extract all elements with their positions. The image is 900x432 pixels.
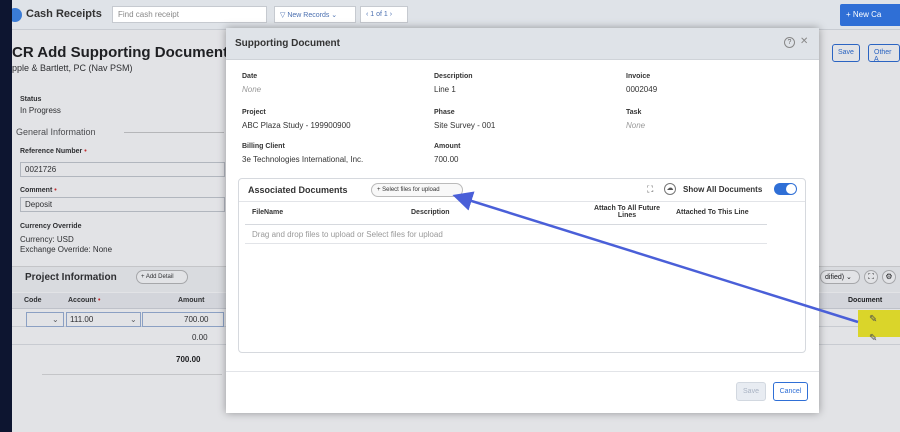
save-button[interactable]: Save [736,382,766,401]
project-value: ABC Plaza Study - 199900900 [242,121,351,130]
invoice-label: Invoice [626,73,651,80]
modal-title: Supporting Document [235,38,340,49]
project-label: Project [242,109,266,116]
show-all-toggle[interactable] [774,183,797,195]
associated-documents-panel: Associated Documents + Select files for … [238,178,806,353]
col-description: Description [411,209,450,216]
col-attach-future: Attach To All Future Lines [593,205,661,219]
modal-footer-divider [226,371,819,372]
records-filter[interactable]: ▽ New Records ⌄ [274,6,356,23]
panel-divider [239,201,805,202]
toggle-knob [786,184,796,194]
modal-header: Supporting Document ? ✕ [226,28,819,60]
app-window: Cash Receipts Find cash receipt ▽ New Re… [12,0,900,432]
app-title: Cash Receipts [26,8,102,20]
pager-label: 1 of 1 [370,11,388,18]
description-value: Line 1 [434,85,456,94]
task-label: Task [626,109,642,116]
cloud-upload-icon[interactable]: ☁ [664,183,676,195]
supporting-document-modal: Supporting Document ? ✕ Date None Descri… [226,28,819,413]
phase-value: Site Survey - 001 [434,121,496,130]
phase-label: Phase [434,109,455,116]
select-files-button[interactable]: + Select files for upload [371,183,463,197]
close-icon[interactable]: ✕ [800,36,808,47]
task-value: None [626,121,646,130]
pager[interactable]: ‹ 1 of 1 › [360,6,408,23]
app-logo-icon [12,8,22,22]
associated-documents-title: Associated Documents [248,185,348,195]
date-label: Date [242,73,258,80]
new-button[interactable]: + New Ca [840,4,900,26]
top-bar: Cash Receipts Find cash receipt ▽ New Re… [12,0,900,30]
expand-icon[interactable]: ⛶ [647,184,653,195]
amount-label: Amount [434,143,461,150]
show-all-documents-label: Show All Documents [683,185,763,194]
help-icon[interactable]: ? [784,37,795,48]
date-value: None [242,85,262,94]
col-attached-line: Attached To This Line [676,209,749,216]
invoice-value: 0002049 [626,85,658,94]
description-label: Description [434,73,473,80]
billing-client-label: Billing Client [242,143,285,150]
billing-client-value: 3e Technologies International, Inc. [242,155,364,164]
filter-label: New Records [287,12,330,19]
table-header-divider [245,224,767,225]
search-input[interactable]: Find cash receipt [112,6,267,23]
amount-value: 700.00 [434,155,459,164]
col-filename: FileName [252,209,284,216]
drop-zone-text[interactable]: Drag and drop files to upload or Select … [252,230,443,239]
cancel-button[interactable]: Cancel [773,382,808,401]
drop-zone-divider [245,243,767,244]
